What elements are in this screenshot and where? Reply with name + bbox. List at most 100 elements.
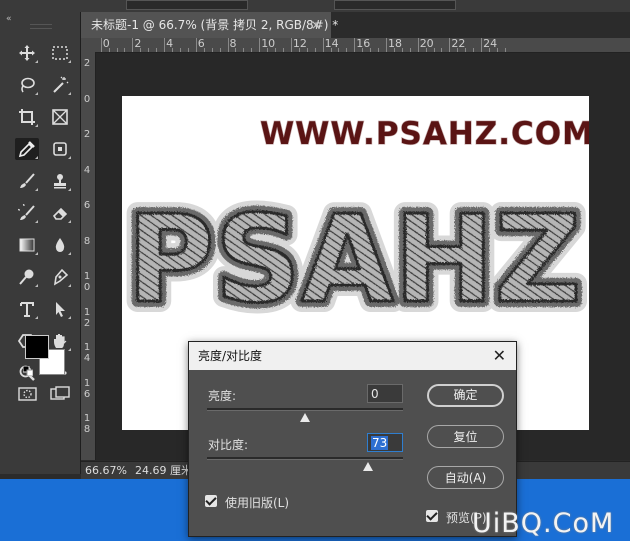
ruler-h-label: 12 [292, 38, 307, 50]
patch-tool[interactable] [48, 138, 72, 160]
brightness-slider-thumb[interactable] [300, 413, 310, 422]
lasso-icon [21, 77, 35, 93]
zoom-level[interactable]: 66.67% [85, 462, 127, 480]
swap-colors-icon[interactable] [55, 333, 67, 345]
reset-button[interactable]: 复位 [427, 425, 504, 448]
blur-tool[interactable] [48, 234, 72, 256]
ruler-h-tick [504, 48, 506, 52]
ruler-h-tick [322, 38, 324, 52]
ruler-origin[interactable] [81, 38, 95, 52]
screen-mode-button[interactable] [49, 386, 71, 402]
brightness-contrast-dialog: 亮度/对比度 ✕ 亮度: 0 对比度: 73 确定 复位 自动(A) 使用旧版(… [188, 341, 517, 537]
eyedropper-tool[interactable] [15, 138, 39, 160]
blur-drop-icon [55, 238, 65, 252]
ruler-h-label: 22 [451, 38, 466, 50]
ruler-h-tick [267, 48, 269, 52]
horizontal-ruler[interactable]: 2024681012141618202224 [95, 38, 630, 53]
brush-tool[interactable] [15, 170, 39, 192]
contrast-value: 73 [371, 436, 389, 450]
foreground-color-swatch[interactable] [25, 335, 49, 359]
tools-panel: « [0, 12, 81, 474]
ruler-h-tick [441, 48, 443, 52]
ruler-h-tick [473, 48, 475, 52]
contrast-slider-thumb[interactable] [362, 462, 373, 471]
quick-select-tool[interactable] [48, 74, 72, 96]
magic-wand-icon [53, 76, 69, 93]
options-dropdown-2[interactable] [334, 0, 456, 10]
crop-tool[interactable] [15, 106, 39, 128]
brightness-label: 亮度: [208, 389, 237, 403]
ruler-h-tick [227, 38, 229, 52]
ruler-v-label: 1 6 [83, 377, 91, 400]
ruler-h-tick [179, 48, 181, 52]
ruler-v-label: 4 [83, 164, 91, 176]
history-brush-icon [18, 204, 35, 220]
eraser-icon [52, 207, 68, 220]
ruler-h-tick [449, 38, 451, 52]
gradient-icon [19, 238, 35, 252]
ruler-h-tick [195, 38, 197, 52]
ruler-v-label: 1 4 [83, 342, 91, 364]
contrast-label: 对比度: [208, 438, 249, 452]
options-dropdown[interactable] [126, 0, 248, 10]
ruler-h-tick [259, 38, 261, 52]
move-tool[interactable] [15, 42, 39, 64]
ruler-h-tick [425, 48, 427, 52]
brightness-slider-track[interactable] [207, 408, 403, 411]
close-tab-icon[interactable]: × [311, 12, 321, 38]
auto-button[interactable]: 自动(A) [427, 466, 504, 489]
document-tab[interactable]: 未标题-1 @ 66.7% (背景 拷贝 2, RGB/8#) * × [81, 12, 338, 38]
marquee-tool[interactable] [48, 42, 72, 64]
document-tab-title: 未标题-1 @ 66.7% (背景 拷贝 2, RGB/8#) * [91, 18, 339, 32]
collapse-panel-icon[interactable]: « [6, 14, 12, 24]
pen-icon [53, 268, 69, 286]
ruler-h-tick [235, 48, 237, 52]
ruler-h-tick [409, 48, 411, 52]
contrast-slider-track[interactable] [207, 457, 403, 460]
quick-mask-button[interactable] [17, 386, 39, 402]
dodge-tool[interactable] [15, 266, 39, 288]
brush-icon [20, 173, 35, 188]
preview-checkbox[interactable] [426, 510, 438, 522]
frame-tool[interactable] [48, 106, 72, 128]
ruler-h-tick [496, 48, 498, 52]
stamp-icon [54, 174, 66, 189]
type-tool[interactable] [15, 298, 39, 320]
ruler-h-label: 10 [261, 38, 276, 50]
vertical-ruler[interactable]: 2 0 2 4 6 8 1 0 1 2 1 4 1 6 1 8 [81, 52, 96, 460]
ruler-h-label: 14 [324, 38, 339, 50]
ruler-h-tick [465, 48, 467, 52]
ruler-h-label: 24 [483, 38, 498, 50]
ruler-h-tick [290, 38, 292, 52]
ruler-h-tick [116, 48, 118, 52]
ruler-h-tick [298, 48, 300, 52]
ruler-h-tick [370, 48, 372, 52]
lasso-tool[interactable] [15, 74, 39, 96]
stamp-tool[interactable] [48, 170, 72, 192]
canvas-url-text: WWW.PSAHZ.COM [260, 116, 589, 152]
pen-tool[interactable] [48, 266, 72, 288]
arrow-cursor-icon [56, 302, 65, 317]
ruler-h-tick [386, 38, 387, 52]
ruler-h-tick [489, 48, 491, 52]
close-icon[interactable]: ✕ [493, 342, 506, 370]
contrast-input[interactable]: 73 [367, 433, 403, 452]
panel-grip[interactable] [30, 24, 52, 29]
ruler-h-tick [417, 38, 419, 52]
patch-icon [53, 142, 67, 156]
gradient-tool[interactable] [15, 234, 39, 256]
ruler-h-tick [354, 38, 356, 52]
ruler-h-tick [100, 38, 102, 52]
history-brush-tool[interactable] [15, 202, 39, 224]
path-select-tool[interactable] [48, 298, 72, 320]
ruler-h-tick [378, 48, 380, 52]
eraser-tool[interactable] [48, 202, 72, 224]
ok-button[interactable]: 确定 [427, 384, 504, 407]
brightness-input[interactable]: 0 [367, 384, 403, 403]
legacy-checkbox[interactable] [205, 495, 217, 507]
dialog-title-bar[interactable]: 亮度/对比度 ✕ [189, 342, 516, 370]
ruler-h-tick [148, 48, 150, 52]
ruler-h-tick [282, 48, 284, 52]
ruler-h-label: 18 [388, 38, 402, 50]
default-colors-icon[interactable] [22, 365, 34, 377]
